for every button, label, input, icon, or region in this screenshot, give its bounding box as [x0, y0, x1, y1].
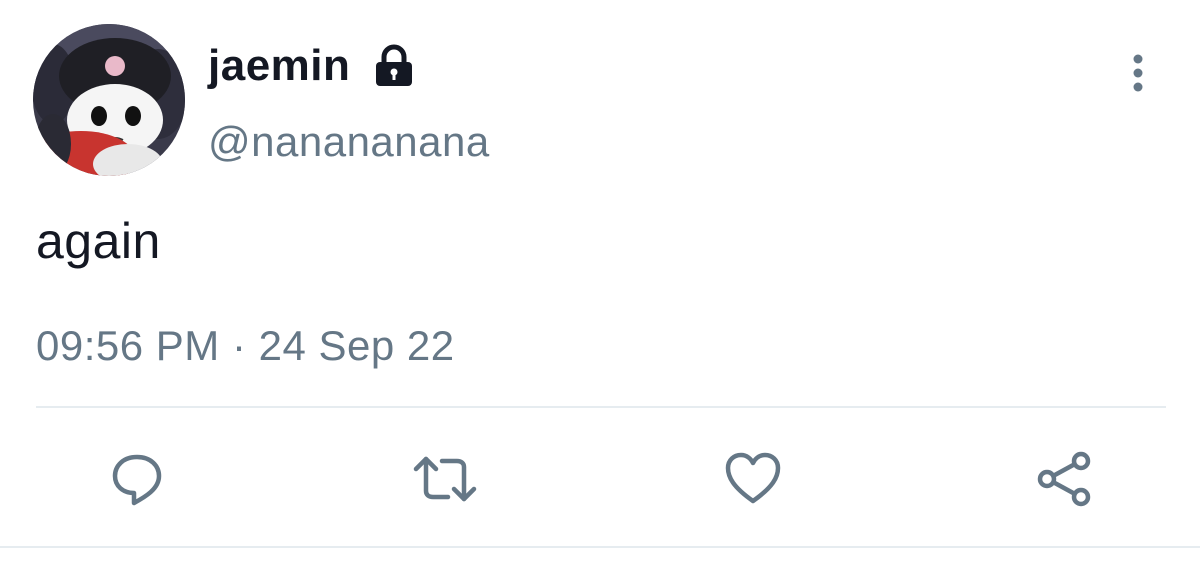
author-handle[interactable]: @nanananana — [208, 118, 490, 166]
more-vertical-icon[interactable] — [1118, 50, 1158, 94]
share-icon — [1037, 451, 1091, 507]
avatar-image — [33, 24, 185, 176]
lock-icon — [372, 44, 416, 88]
tweet-text: again — [36, 213, 161, 269]
like-button[interactable] — [720, 446, 786, 512]
avatar[interactable] — [33, 24, 185, 176]
retweet-button[interactable] — [412, 446, 478, 512]
tweet-timestamp[interactable]: 09:56 PM · 24 Sep 22 — [36, 322, 455, 370]
share-button[interactable] — [1032, 446, 1098, 512]
display-name[interactable]: jaemin — [208, 41, 350, 91]
author-row: jaemin — [208, 38, 416, 94]
reply-icon — [112, 454, 162, 506]
bottom-divider — [0, 546, 1200, 548]
heart-icon — [725, 452, 781, 504]
divider — [36, 406, 1166, 408]
retweet-icon — [413, 456, 477, 502]
reply-button[interactable] — [104, 446, 170, 512]
